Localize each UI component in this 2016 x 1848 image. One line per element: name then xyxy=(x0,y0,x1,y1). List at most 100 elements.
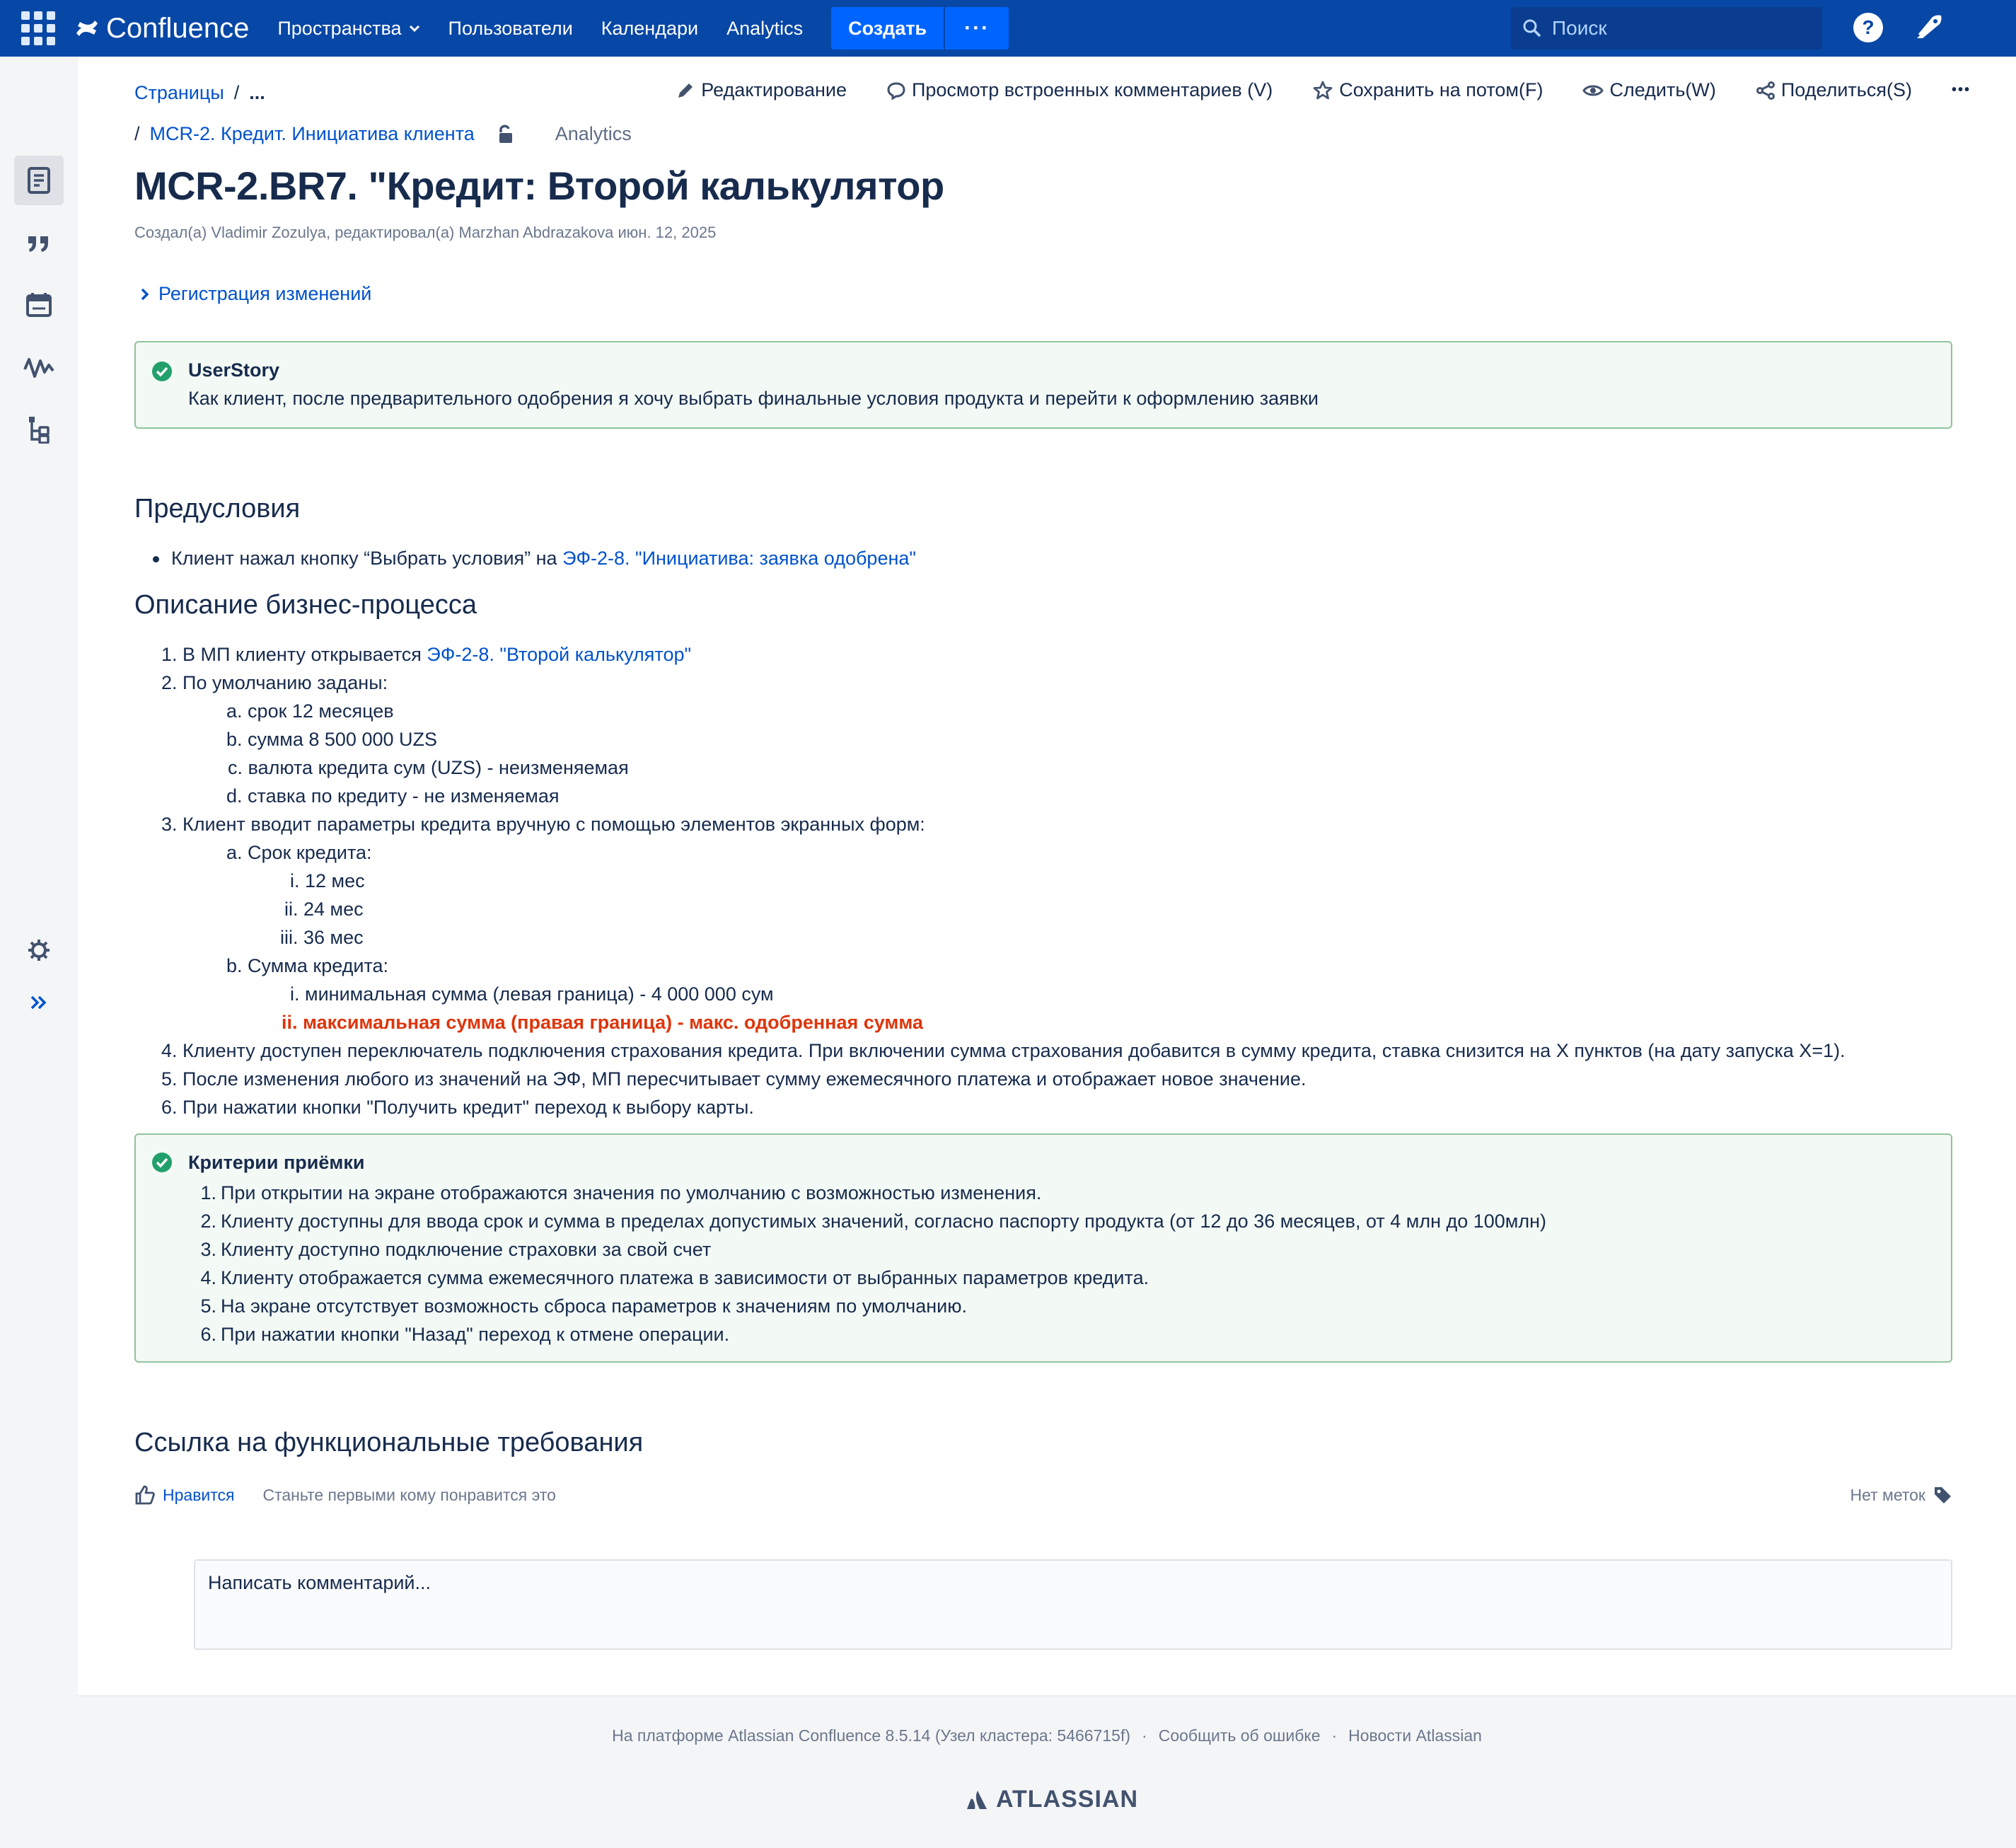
inline-comments-label: Просмотр встроенных комментариев (V) xyxy=(911,79,1273,100)
left-sidebar xyxy=(0,57,78,1848)
page-tree-icon[interactable] xyxy=(14,405,64,454)
share-button[interactable]: Поделиться(S) xyxy=(1756,79,1912,101)
ef-2-8-calculator-link[interactable]: ЭФ-2-8. "Второй калькулятор" xyxy=(427,644,691,665)
help-icon[interactable]: ? xyxy=(1850,10,1886,45)
create-more-button[interactable]: ··· xyxy=(945,7,1009,50)
list-item: 4. Клиенту отображается сумма ежемесячног… xyxy=(200,1267,1149,1288)
like-row: Нравится Станьте первыми кому понравится… xyxy=(134,1484,1952,1506)
breadcrumb-pages[interactable]: Страницы xyxy=(134,82,224,104)
breadcrumb-separator: / xyxy=(134,123,140,144)
breadcrumb-parent-page[interactable]: MCR-2. Кредит. Инициатива клиента xyxy=(150,123,475,145)
list-item: 6. При нажатии кнопки "Получить кредит" … xyxy=(161,1097,754,1118)
eye-icon xyxy=(1582,85,1604,96)
atlassian-logo[interactable]: ATLASSIAN xyxy=(966,1786,1138,1813)
calendar-icon[interactable] xyxy=(14,280,64,330)
check-circle-icon xyxy=(152,362,172,381)
list-item: a. Срок кредита: xyxy=(226,842,372,863)
analytics-link[interactable]: Analytics xyxy=(555,123,632,145)
create-button[interactable]: Создать xyxy=(831,7,944,50)
nav-calendars[interactable]: Календари xyxy=(601,18,698,40)
breadcrumb-ellipsis[interactable]: ... xyxy=(249,82,265,104)
search-placeholder: Поиск xyxy=(1552,17,1607,39)
app-switcher-icon[interactable] xyxy=(18,8,58,48)
share-icon xyxy=(1756,81,1775,100)
acceptance-title: Критерии приёмки xyxy=(188,1152,365,1173)
list-item: a. срок 12 месяцев xyxy=(226,700,394,722)
list-item: c. валюта кредита сум (UZS) - неизменяем… xyxy=(228,757,629,778)
star-icon xyxy=(1313,81,1333,99)
list-item-highlighted: ii. максимальная сумма (правая граница) … xyxy=(282,1012,924,1033)
like-label: Нравится xyxy=(163,1485,235,1504)
list-item: 4. Клиенту доступен переключатель подклю… xyxy=(161,1040,1846,1061)
search-input[interactable]: Поиск xyxy=(1511,7,1822,50)
nav-spaces-label: Пространства xyxy=(277,17,402,39)
chevron-right-icon xyxy=(141,288,149,300)
preconditions-heading: Предусловия xyxy=(134,494,301,524)
list-item: b. Сумма кредита: xyxy=(226,955,389,976)
list-item: ii. 24 мес xyxy=(284,899,364,920)
comment-icon xyxy=(887,81,905,100)
expand-sidebar-icon[interactable] xyxy=(14,978,64,1027)
save-for-later-button[interactable]: Сохранить на потом(F) xyxy=(1312,79,1543,101)
edit-button[interactable]: Редактирование xyxy=(676,79,847,101)
list-item: 1. В МП клиенту открывается ЭФ-2-8. "Вто… xyxy=(161,644,692,665)
change-log-expand[interactable]: Регистрация изменений xyxy=(140,283,371,305)
comment-input[interactable]: Написать комментарий... xyxy=(194,1559,1952,1650)
footer-platform: На платформе Atlassian Confluence 8.5.14… xyxy=(612,1726,1131,1745)
list-item: 6. При нажатии кнопки "Назад" переход к о… xyxy=(200,1324,730,1345)
change-log-label: Регистрация изменений xyxy=(158,283,372,304)
more-actions-button[interactable]: ••• xyxy=(1952,82,1971,98)
acceptance-list: 1. При открытии на экране отображаются зн… xyxy=(188,1179,1546,1349)
thumbs-up-icon xyxy=(135,1485,155,1505)
pages-icon[interactable] xyxy=(14,156,64,205)
userstory-text: Как клиент, после предварительного одобр… xyxy=(188,388,1319,409)
analytics-icon[interactable] xyxy=(14,342,64,392)
like-first-text: Станьте первыми кому понравится это xyxy=(262,1485,556,1504)
process-heading: Описание бизнес-процесса xyxy=(134,590,477,620)
list-item: iii. 36 мес xyxy=(280,927,364,948)
breadcrumb: Страницы / ... xyxy=(134,82,265,104)
nav-analytics[interactable]: Analytics xyxy=(726,18,803,40)
list-item: 3. Клиенту доступно подключение страховки… xyxy=(200,1239,712,1260)
atlassian-news-link[interactable]: Новости Atlassian xyxy=(1348,1726,1482,1745)
confluence-logo[interactable]: Confluence xyxy=(75,13,249,45)
list-item: 2. Клиенту доступны для ввода срок и сумм… xyxy=(200,1211,1547,1232)
pencil-icon xyxy=(678,83,693,98)
comment-placeholder: Написать комментарий... xyxy=(208,1572,431,1593)
nav-people[interactable]: Пользователи xyxy=(448,18,573,40)
ef-2-8-approved-link[interactable]: ЭФ-2-8. "Инициатива: заявка одобрена" xyxy=(562,548,916,569)
watch-label: Следить(W) xyxy=(1609,79,1716,100)
labels-area[interactable]: Нет меток xyxy=(1850,1485,1952,1505)
footer: На платформе Atlassian Confluence 8.5.14… xyxy=(78,1726,2016,1745)
main-content: Страницы / ... Редактирование Просмотр в… xyxy=(78,57,2016,1697)
like-button[interactable]: Нравится xyxy=(134,1484,235,1506)
save-for-later-label: Сохранить на потом(F) xyxy=(1339,79,1543,100)
tag-icon xyxy=(1935,1487,1951,1503)
footer-dot: · xyxy=(1331,1726,1338,1745)
func-requirements-heading: Ссылка на функциональные требования xyxy=(134,1428,644,1457)
userstory-title: UserStory xyxy=(188,359,280,381)
nav-spaces[interactable]: Пространства xyxy=(277,18,419,40)
footer-divider xyxy=(78,1695,2016,1697)
unlock-icon[interactable] xyxy=(497,124,516,145)
list-item: d. ставка по кредиту - не изменяемая xyxy=(226,785,560,807)
report-bug-link[interactable]: Сообщить об ошибке xyxy=(1159,1726,1321,1745)
breadcrumb-parent-row: / MCR-2. Кредит. Инициатива клиента Anal… xyxy=(134,123,632,145)
list-item: 3. Клиент вводит параметры кредита вручн… xyxy=(161,814,925,835)
no-labels-text: Нет меток xyxy=(1850,1485,1925,1504)
preconditions-item-text: Клиент нажал кнопку “Выбрать условия” на xyxy=(171,548,563,569)
watch-button[interactable]: Следить(W) xyxy=(1582,79,1716,101)
page-actions: Редактирование Просмотр встроенных комме… xyxy=(636,79,1971,101)
notification-icon[interactable] xyxy=(1911,10,1947,45)
footer-dot: · xyxy=(1142,1726,1147,1745)
list-item: 5. После изменения любого из значений на… xyxy=(161,1068,1307,1090)
list-item: i. минимальная сумма (левая граница) - 4… xyxy=(290,983,774,1005)
list-item: b. сумма 8 500 000 UZS xyxy=(226,729,438,750)
list-item: 2. По умолчанию заданы: xyxy=(161,672,388,693)
settings-icon[interactable] xyxy=(14,925,64,975)
product-name: Confluence xyxy=(106,12,250,44)
blog-icon[interactable] xyxy=(14,218,64,267)
page-title: MCR-2.BR7. "Кредит: Второй калькулятор xyxy=(134,163,944,208)
edit-label: Редактирование xyxy=(701,79,847,100)
inline-comments-button[interactable]: Просмотр встроенных комментариев (V) xyxy=(886,79,1273,101)
